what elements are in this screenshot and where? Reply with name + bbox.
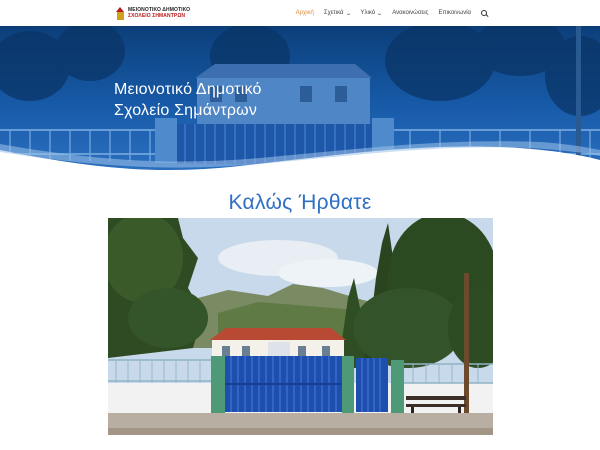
school-photo <box>108 218 493 435</box>
site-logo[interactable]: ΜΕΙΟΝΟΤΙΚΟ ΔΗΜΟΤΙΚΟ ΣΧΟΛΕΙΟ ΣΗΜΑΝΤΡΩΝ <box>116 5 190 21</box>
chevron-down-icon: ⌄ <box>376 10 383 17</box>
nav-item-contact[interactable]: Επικοινωνία <box>438 10 471 16</box>
site-header: ΜΕΙΟΝΟΤΙΚΟ ΔΗΜΟΤΙΚΟ ΣΧΟΛΕΙΟ ΣΗΜΑΝΤΡΩΝ Αρ… <box>0 0 600 26</box>
nav-item-material[interactable]: Υλικό ⌄ <box>361 10 383 17</box>
nav-label: Σχετικά <box>323 10 344 16</box>
hero-banner: Μειονοτικό Δημοτικό Σχολείο Σημάντρων <box>0 26 600 170</box>
nav-label: Αρχική <box>295 10 314 16</box>
nav-label: Ανακοινώσεις <box>392 10 429 16</box>
hero-title-line-1: Μειονοτικό Δημοτικό <box>114 81 262 98</box>
nav-item-about[interactable]: Σχετικά ⌄ <box>324 10 351 17</box>
logo-text: ΜΕΙΟΝΟΤΙΚΟ ΔΗΜΟΤΙΚΟ ΣΧΟΛΕΙΟ ΣΗΜΑΝΤΡΩΝ <box>128 7 190 19</box>
main-nav: Αρχική Σχετικά ⌄ Υλικό ⌄ Ανακοινώσεις Επ… <box>296 0 488 26</box>
nav-label: Επικοινωνία <box>438 10 471 16</box>
hero-title: Μειονοτικό Δημοτικό Σχολείο Σημάντρων <box>114 79 262 121</box>
chevron-down-icon: ⌄ <box>344 10 352 17</box>
nav-item-announcements[interactable]: Ανακοινώσεις <box>392 10 428 16</box>
logo-line-2: ΣΧΟΛΕΙΟ ΣΗΜΑΝΤΡΩΝ <box>128 13 186 19</box>
nav-label: Υλικό <box>360 10 376 16</box>
school-photo-image <box>108 218 493 435</box>
welcome-heading: Καλώς Ήρθατε <box>228 191 372 214</box>
hero-background-image <box>0 26 600 170</box>
search-icon[interactable] <box>481 9 488 17</box>
nav-item-home[interactable]: Αρχική <box>296 10 314 16</box>
hero-title-line-2: Σχολείο Σημάντρων <box>114 102 258 119</box>
school-logo-icon <box>116 6 125 20</box>
